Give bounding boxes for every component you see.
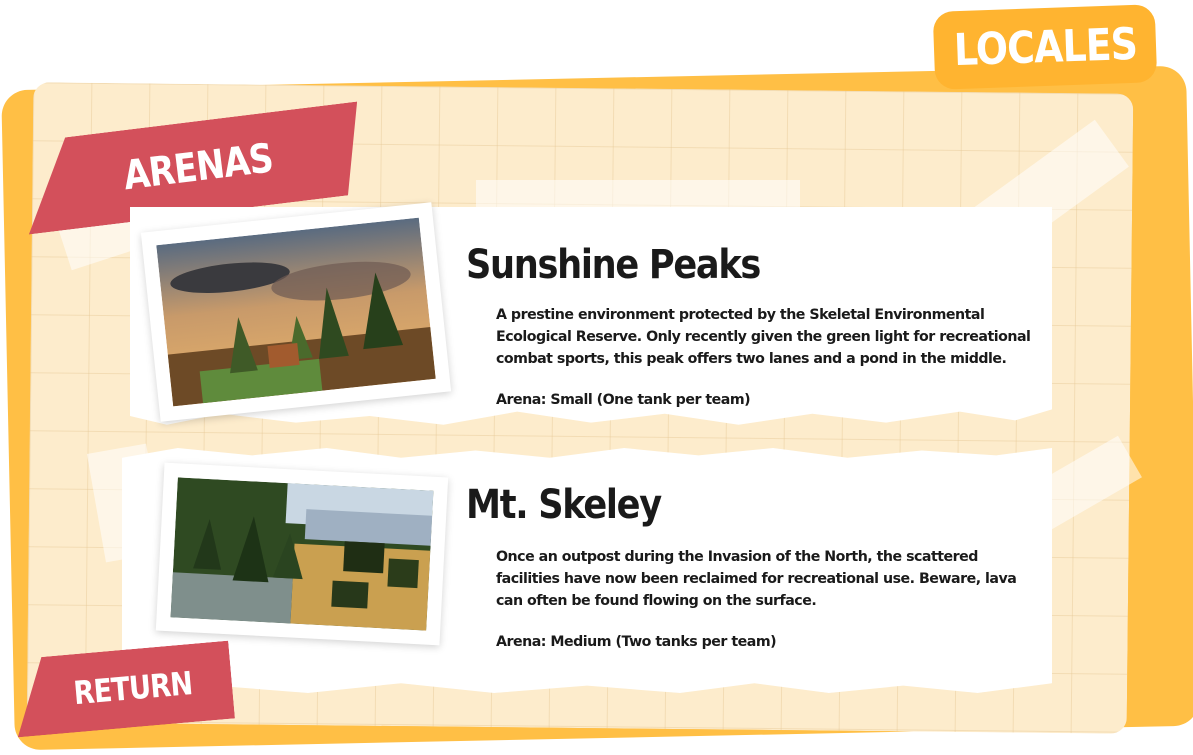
arena-description: Once an outpost during the Invasion of t… bbox=[496, 549, 1017, 609]
return-label: RETURN bbox=[72, 664, 194, 713]
arena-thumbnail bbox=[155, 462, 449, 646]
mt-skeley-image bbox=[170, 477, 434, 631]
arena-thumbnail bbox=[140, 202, 452, 422]
arena-name: Sunshine Peaks bbox=[466, 242, 761, 288]
sunshine-peaks-image bbox=[156, 217, 436, 407]
arena-name: Mt. Skeley bbox=[466, 482, 662, 528]
page-title: LOCALES bbox=[952, 18, 1138, 76]
page-title-tab: LOCALES bbox=[932, 4, 1158, 90]
arena-size: Arena: Small (One tank per team) bbox=[496, 392, 751, 408]
section-label: ARENAS bbox=[120, 135, 276, 200]
arena-description: A prestine environment protected by the … bbox=[496, 307, 1031, 367]
arena-size: Arena: Medium (Two tanks per team) bbox=[496, 634, 777, 650]
